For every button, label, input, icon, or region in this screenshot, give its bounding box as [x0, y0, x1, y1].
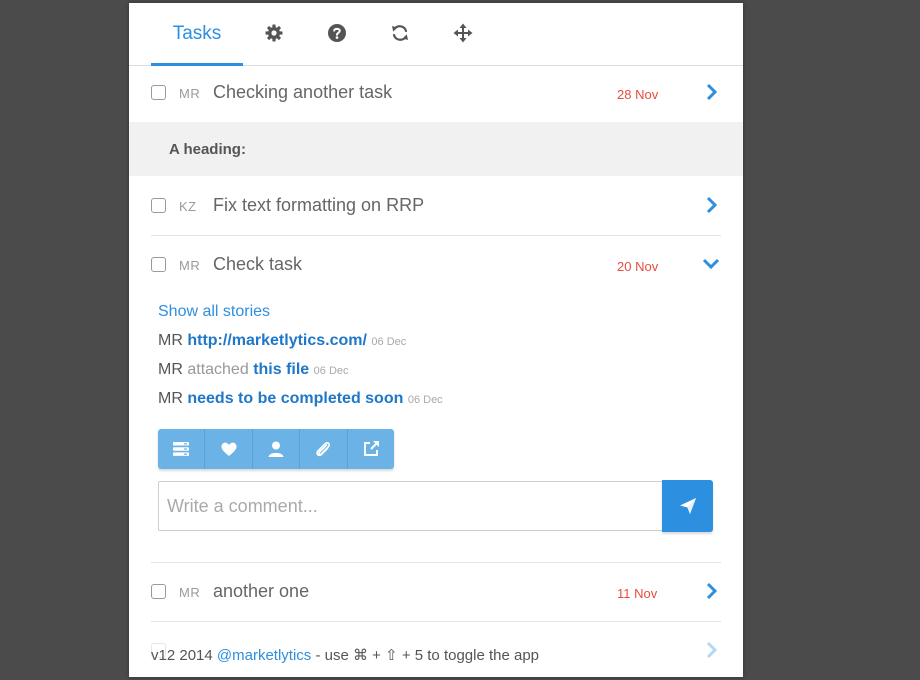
task-due-date: 20 Nov — [617, 259, 659, 274]
help-icon[interactable] — [326, 22, 348, 44]
user-icon — [268, 441, 284, 457]
story-link[interactable]: http://marketlytics.com/ — [187, 332, 367, 349]
heart-icon — [221, 442, 237, 456]
refresh-icon[interactable] — [389, 22, 411, 44]
task-title[interactable]: another one — [213, 581, 309, 602]
task-assignee: MR — [179, 86, 201, 101]
story-date: 06 Dec — [371, 336, 407, 348]
task-due-date: 11 Nov — [617, 586, 658, 601]
task-assignee: MR — [179, 585, 201, 600]
task-action-toolbar — [158, 429, 394, 469]
story-date: 06 Dec — [313, 365, 349, 377]
story-link[interactable]: this file — [253, 361, 309, 378]
task-title[interactable]: Check task — [213, 254, 302, 275]
task-row-expanded[interactable]: MR Check task 20 Nov — [151, 238, 721, 294]
task-assignee: MR — [179, 258, 201, 273]
section-heading-label: A heading: — [169, 141, 246, 158]
task-due-date: 28 Nov — [617, 87, 659, 102]
footer-handle-link[interactable]: @marketlytics — [217, 647, 311, 664]
task-title[interactable]: Checking another task — [213, 82, 392, 103]
chevron-right-icon — [704, 640, 720, 665]
gear-icon[interactable] — [263, 22, 285, 44]
footer: v12 2014 @marketlytics - use ⌘ + ⇧ + 5 t… — [151, 646, 539, 664]
chevron-right-icon[interactable] — [704, 195, 720, 215]
list-icon — [173, 442, 190, 456]
chevron-right-icon[interactable] — [704, 82, 720, 102]
footer-hint: - use ⌘ + ⇧ + 5 to toggle the app — [315, 647, 540, 664]
attach-button[interactable] — [300, 429, 348, 469]
comment-input[interactable] — [158, 481, 663, 531]
send-icon — [679, 498, 696, 514]
assign-button[interactable] — [253, 429, 301, 469]
story-link[interactable]: needs to be completed soon — [187, 390, 403, 407]
section-heading: A heading: — [129, 122, 743, 176]
tab-tasks[interactable]: Tasks — [151, 3, 243, 66]
paperclip-icon — [316, 441, 331, 457]
send-comment-button[interactable] — [662, 480, 713, 532]
divider — [151, 562, 721, 563]
share-button[interactable] — [348, 429, 394, 469]
task-checkbox[interactable] — [151, 584, 166, 599]
chevron-right-icon[interactable] — [704, 581, 720, 601]
task-row[interactable]: MR another one 11 Nov — [151, 565, 721, 622]
like-button[interactable] — [205, 429, 253, 469]
list-button[interactable] — [158, 429, 206, 469]
task-checkbox[interactable] — [151, 85, 166, 100]
story-item: MR needs to be completed soon 06 Dec — [158, 390, 443, 408]
top-nav: Tasks — [129, 3, 743, 66]
footer-version: v12 2014 — [151, 647, 213, 664]
task-checkbox[interactable] — [151, 257, 166, 272]
story-item: MR http://marketlytics.com/ 06 Dec — [158, 332, 406, 350]
app-panel: Tasks MR Checking another task 28 Nov A … — [129, 3, 743, 677]
task-row[interactable]: MR Checking another task 28 Nov — [151, 66, 721, 123]
show-all-stories-link[interactable]: Show all stories — [158, 303, 270, 321]
story-verb: attached — [187, 361, 249, 378]
story-item: MR attached this file 06 Dec — [158, 361, 349, 379]
share-icon — [363, 441, 379, 456]
move-icon[interactable] — [452, 22, 474, 44]
story-date: 06 Dec — [407, 394, 443, 406]
story-author: MR — [158, 390, 183, 407]
story-author: MR — [158, 332, 183, 349]
task-title[interactable]: Fix text formatting on RRP — [213, 195, 424, 216]
task-assignee: KZ — [179, 199, 197, 214]
task-row[interactable]: KZ Fix text formatting on RRP — [151, 179, 721, 236]
task-checkbox[interactable] — [151, 198, 166, 213]
chevron-down-icon[interactable] — [701, 256, 721, 276]
story-author: MR — [158, 361, 183, 378]
